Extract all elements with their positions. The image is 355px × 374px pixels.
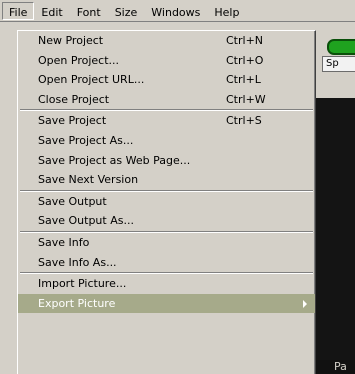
menu-item-label: Import Picture... — [38, 277, 127, 291]
menu-item-shortcut: Ctrl+O — [226, 53, 264, 67]
menu-item-save-output-as[interactable]: Save Output As... — [18, 211, 315, 231]
status-indicator-pill — [327, 39, 355, 55]
menu-item-shortcut: Ctrl+W — [226, 92, 266, 106]
menu-item-label: Open Project URL... — [38, 73, 145, 87]
menu-item-label: Save Info — [38, 235, 90, 249]
menu-item-label: Export Picture — [38, 296, 116, 310]
menu-item-save-project-as[interactable]: Save Project As... — [18, 131, 315, 151]
menu-item-save-info-as[interactable]: Save Info As... — [18, 253, 315, 273]
submenu-first-item[interactable]: Pa — [316, 360, 355, 374]
menu-item-shortcut: Ctrl+L — [226, 73, 261, 87]
menu-item-shortcut: Ctrl+N — [226, 34, 264, 47]
menu-item-shortcut: Ctrl+S — [226, 114, 262, 128]
menu-item-label: Close Project — [38, 92, 110, 106]
menu-item-save-next-version[interactable]: Save Next Version — [18, 170, 315, 190]
menu-font[interactable]: Font — [70, 2, 108, 20]
menu-windows[interactable]: Windows — [144, 2, 207, 20]
file-menu-dropdown: New Project Ctrl+N Open Project... Ctrl+… — [17, 30, 316, 374]
menu-item-new-project[interactable]: New Project Ctrl+N — [18, 31, 315, 51]
menu-item-label: Save Project As... — [38, 133, 134, 147]
menu-item-label: Save Next Version — [38, 173, 139, 187]
menu-item-open-project[interactable]: Open Project... Ctrl+O — [18, 51, 315, 71]
menu-item-save-project[interactable]: Save Project Ctrl+S — [18, 111, 315, 131]
menu-item-label: Open Project... — [38, 53, 120, 67]
submenu-arrow-icon — [303, 299, 307, 308]
menu-item-label: Save Info As... — [38, 255, 117, 269]
menu-size[interactable]: Size — [108, 2, 145, 20]
menu-item-export-picture[interactable]: Export Picture — [18, 293, 315, 314]
menu-item-close-project[interactable]: Close Project Ctrl+W — [18, 90, 315, 110]
menu-item-save-info[interactable]: Save Info — [18, 233, 315, 253]
menu-bar: File Edit Font Size Windows Help — [0, 0, 355, 22]
menu-item-label: Save Project — [38, 114, 107, 128]
menu-item-label: Save Output As... — [38, 214, 134, 228]
menu-help[interactable]: Help — [207, 2, 246, 20]
menu-item-import-picture[interactable]: Import Picture... — [18, 274, 315, 294]
menu-item-label: New Project — [38, 34, 104, 47]
menu-item-open-project-url[interactable]: Open Project URL... Ctrl+L — [18, 70, 315, 90]
menu-edit[interactable]: Edit — [34, 2, 69, 20]
menu-file[interactable]: File — [2, 1, 35, 20]
background-tab[interactable]: Sp — [322, 56, 355, 72]
menu-item-label: Save Project as Web Page... — [38, 153, 191, 167]
menu-item-save-output[interactable]: Save Output — [18, 192, 315, 212]
dark-panel — [316, 98, 355, 360]
menu-item-save-project-web-page[interactable]: Save Project as Web Page... — [18, 151, 315, 171]
menu-item-label: Save Output — [38, 194, 107, 208]
